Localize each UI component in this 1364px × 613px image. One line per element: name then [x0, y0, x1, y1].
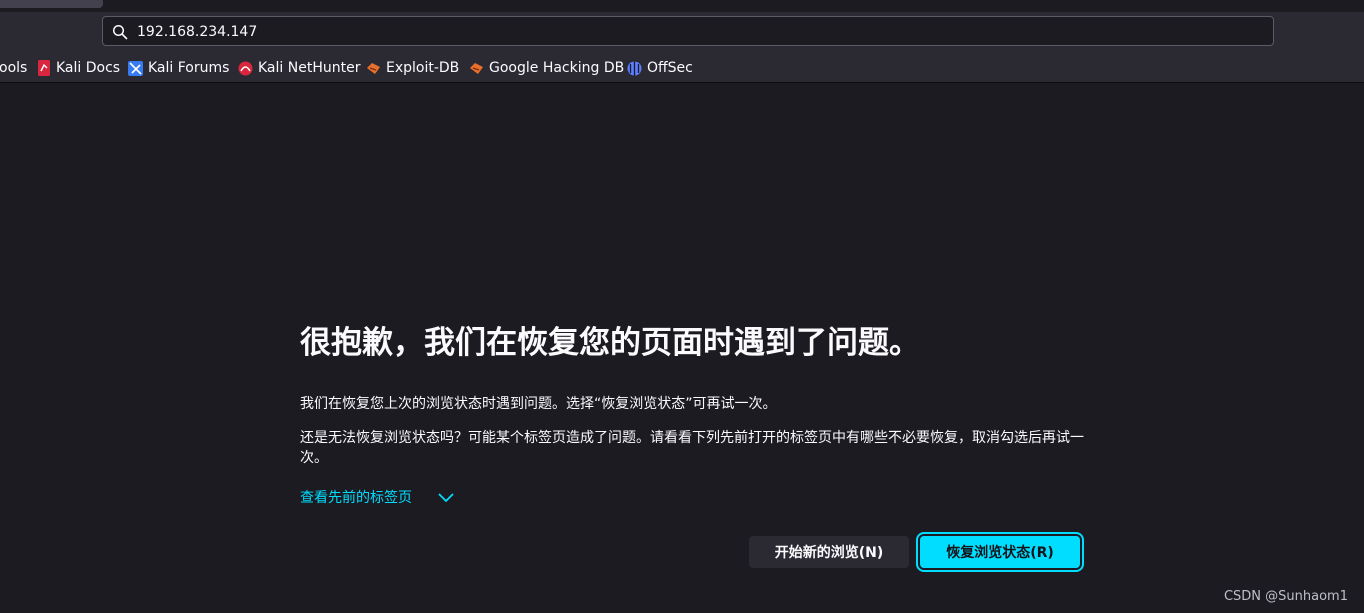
toggle-label: 查看先前的标签页: [300, 490, 412, 506]
url-bar[interactable]: 192.168.234.147: [102, 16, 1274, 46]
url-text[interactable]: 192.168.234.147: [137, 23, 257, 41]
error-message: 我们在恢复您上次的浏览状态时遇到问题。选择“恢复浏览状态”可再试一次。: [300, 396, 777, 412]
bookmarks-toolbar: ools Kali Docs Kali Forums Kali NetHunte…: [0, 52, 1364, 83]
bookmark-kali-docs[interactable]: Kali Docs: [37, 59, 120, 77]
show-previous-tabs-toggle[interactable]: 查看先前的标签页: [300, 488, 454, 508]
tab-strip: [0, 0, 1364, 12]
bookmark-label: Exploit-DB: [386, 60, 460, 76]
bookmark-kali-forums[interactable]: Kali Forums: [128, 59, 229, 77]
bookmark-tools[interactable]: ools: [0, 59, 27, 77]
bookmark-label: Kali NetHunter: [258, 60, 361, 76]
exploit-db-icon: [367, 62, 380, 74]
chevron-down-icon: [438, 493, 454, 502]
restore-session-button[interactable]: 恢复浏览状态(R): [916, 532, 1084, 572]
active-tab-edge[interactable]: [0, 0, 103, 8]
ghdb-icon: [470, 62, 483, 74]
session-restore-content: 很抱歉，我们在恢复您的页面时遇到了问题。 我们在恢复您上次的浏览状态时遇到问题。…: [300, 320, 1090, 506]
page-title: 很抱歉，我们在恢复您的页面时遇到了问题。: [300, 325, 920, 361]
bookmark-label: OffSec: [647, 60, 693, 76]
bookmark-label: ools: [0, 60, 28, 76]
bookmark-google-hacking-db[interactable]: Google Hacking DB: [469, 59, 624, 77]
bookmark-label: Kali Docs: [56, 60, 121, 76]
bookmark-kali-nethunter[interactable]: Kali NetHunter: [238, 59, 360, 77]
bookmark-offsec[interactable]: OffSec: [627, 59, 693, 77]
error-help-message: 还是无法恢复浏览状态吗？可能某个标签页造成了问题。请看看下列先前打开的标签页中有…: [300, 430, 1084, 466]
start-new-session-button[interactable]: 开始新的浏览(N): [749, 536, 909, 568]
offsec-icon: [627, 61, 642, 75]
bookmark-label: Kali Forums: [148, 60, 230, 76]
kali-forums-icon: [128, 60, 143, 76]
bookmark-label: Google Hacking DB: [489, 60, 625, 76]
search-icon: [112, 24, 128, 40]
csdn-watermark: CSDN @Sunhaom1: [1223, 589, 1348, 604]
navigation-toolbar: 192.168.234.147: [0, 12, 1364, 52]
bookmark-exploit-db[interactable]: Exploit-DB: [366, 59, 459, 77]
kali-nethunter-icon: [238, 61, 253, 75]
kali-docs-icon: [38, 60, 50, 76]
